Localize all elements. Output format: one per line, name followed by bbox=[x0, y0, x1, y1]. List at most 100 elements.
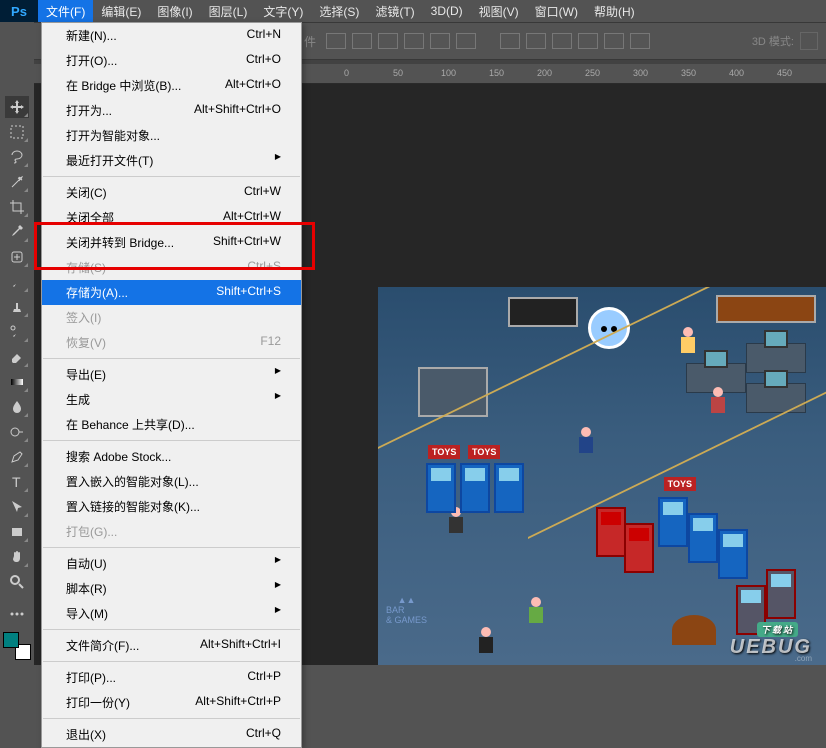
arcade-cabinet bbox=[494, 463, 524, 513]
align-icon[interactable] bbox=[378, 33, 398, 49]
file-menu-item[interactable]: 退出(X)Ctrl+Q bbox=[42, 722, 301, 747]
file-menu-dropdown: 新建(N)...Ctrl+N打开(O)...Ctrl+O在 Bridge 中浏览… bbox=[41, 22, 302, 748]
distribute-icon[interactable] bbox=[500, 33, 520, 49]
align-icons bbox=[326, 33, 650, 49]
clone-stamp-tool[interactable] bbox=[5, 296, 29, 318]
file-menu-item[interactable]: 导出(E)▶ bbox=[42, 362, 301, 387]
distribute-icon[interactable] bbox=[526, 33, 546, 49]
file-menu-item[interactable]: 生成▶ bbox=[42, 387, 301, 412]
distribute-icon[interactable] bbox=[552, 33, 572, 49]
file-menu-item[interactable]: 置入链接的智能对象(K)... bbox=[42, 494, 301, 519]
menu-window[interactable]: 窗口(W) bbox=[527, 0, 586, 22]
ruler-tick: 150 bbox=[489, 68, 504, 78]
arcade-cabinet bbox=[426, 463, 456, 513]
history-brush-tool[interactable] bbox=[5, 321, 29, 343]
lasso-tool[interactable] bbox=[5, 146, 29, 168]
eyedropper-tool[interactable] bbox=[5, 221, 29, 243]
file-menu-item[interactable]: 关闭并转到 Bridge...Shift+Ctrl+W bbox=[42, 230, 301, 255]
menu-edit[interactable]: 编辑(E) bbox=[93, 0, 149, 22]
file-menu-item[interactable]: 脚本(R)▶ bbox=[42, 576, 301, 601]
pen-tool[interactable] bbox=[5, 446, 29, 468]
file-menu-item[interactable]: 在 Bridge 中浏览(B)...Alt+Ctrl+O bbox=[42, 73, 301, 98]
menu-separator bbox=[43, 661, 300, 662]
file-menu-item[interactable]: 打印(P)...Ctrl+P bbox=[42, 665, 301, 690]
color-swatches[interactable] bbox=[3, 632, 31, 660]
menu-type[interactable]: 文字(Y) bbox=[255, 0, 311, 22]
tab-hint: 件 bbox=[304, 33, 316, 50]
file-menu-item[interactable]: 导入(M)▶ bbox=[42, 601, 301, 626]
gradient-tool[interactable] bbox=[5, 371, 29, 393]
file-menu-item[interactable]: 打开为智能对象... bbox=[42, 123, 301, 148]
marquee-tool[interactable] bbox=[5, 121, 29, 143]
vending-machine bbox=[596, 507, 626, 557]
menu-separator bbox=[43, 718, 300, 719]
align-icon[interactable] bbox=[404, 33, 424, 49]
3d-mode-icon[interactable] bbox=[800, 32, 818, 50]
foreground-color-swatch[interactable] bbox=[3, 632, 19, 648]
menu-filter[interactable]: 滤镜(T) bbox=[367, 0, 422, 22]
dodge-tool[interactable] bbox=[5, 421, 29, 443]
file-menu-item[interactable]: 最近打开文件(T)▶ bbox=[42, 148, 301, 173]
arcade-cabinet bbox=[688, 513, 718, 563]
slot-machine bbox=[766, 569, 796, 619]
file-menu-item[interactable]: 自动(U)▶ bbox=[42, 551, 301, 576]
magic-wand-tool[interactable] bbox=[5, 171, 29, 193]
file-menu-item[interactable]: 在 Behance 上共享(D)... bbox=[42, 412, 301, 437]
healing-brush-tool[interactable] bbox=[5, 246, 29, 268]
character bbox=[478, 627, 494, 653]
brush-tool[interactable] bbox=[5, 271, 29, 293]
ruler-tick: 450 bbox=[777, 68, 792, 78]
file-menu-item[interactable]: 打开为...Alt+Shift+Ctrl+O bbox=[42, 98, 301, 123]
arcade-cabinet bbox=[658, 497, 688, 547]
arcade-cabinet bbox=[460, 463, 490, 513]
file-menu-item[interactable]: 关闭全部Alt+Ctrl+W bbox=[42, 205, 301, 230]
align-icon[interactable] bbox=[352, 33, 372, 49]
align-icon[interactable] bbox=[326, 33, 346, 49]
ruler-tick: 250 bbox=[585, 68, 600, 78]
arcade-cabinet bbox=[718, 529, 748, 579]
distribute-icon[interactable] bbox=[578, 33, 598, 49]
toolbox: T bbox=[0, 22, 34, 665]
align-icon[interactable] bbox=[456, 33, 476, 49]
menu-separator bbox=[43, 176, 300, 177]
menu-file[interactable]: 文件(F) bbox=[38, 0, 93, 22]
file-menu-item[interactable]: 搜索 Adobe Stock... bbox=[42, 444, 301, 469]
ruler-tick: 400 bbox=[729, 68, 744, 78]
file-menu-item[interactable]: 存储为(A)...Shift+Ctrl+S bbox=[42, 280, 301, 305]
blur-tool[interactable] bbox=[5, 396, 29, 418]
path-selection-tool[interactable] bbox=[5, 496, 29, 518]
character bbox=[680, 327, 696, 353]
align-icon[interactable] bbox=[430, 33, 450, 49]
menubar: Ps 文件(F) 编辑(E) 图像(I) 图层(L) 文字(Y) 选择(S) 滤… bbox=[0, 0, 826, 22]
drum bbox=[672, 615, 716, 645]
computer-desk bbox=[746, 343, 806, 373]
move-tool[interactable] bbox=[5, 96, 29, 118]
distribute-icon[interactable] bbox=[630, 33, 650, 49]
type-tool[interactable]: T bbox=[5, 471, 29, 493]
menu-layer[interactable]: 图层(L) bbox=[201, 0, 256, 22]
file-menu-item[interactable]: 打印一份(Y)Alt+Shift+Ctrl+P bbox=[42, 690, 301, 715]
hand-tool[interactable] bbox=[5, 546, 29, 568]
file-menu-item: 存储(S)Ctrl+S bbox=[42, 255, 301, 280]
menu-3d[interactable]: 3D(D) bbox=[423, 0, 471, 22]
toys-sign: TOYS bbox=[468, 445, 500, 459]
crop-tool[interactable] bbox=[5, 196, 29, 218]
file-menu-item[interactable]: 新建(N)...Ctrl+N bbox=[42, 23, 301, 48]
ruler-tick: 200 bbox=[537, 68, 552, 78]
menu-image[interactable]: 图像(I) bbox=[149, 0, 200, 22]
file-menu-item[interactable]: 关闭(C)Ctrl+W bbox=[42, 180, 301, 205]
menu-help[interactable]: 帮助(H) bbox=[586, 0, 643, 22]
distribute-icon[interactable] bbox=[604, 33, 624, 49]
menu-select[interactable]: 选择(S) bbox=[311, 0, 367, 22]
zoom-tool[interactable] bbox=[5, 571, 29, 593]
file-menu-item[interactable]: 置入嵌入的智能对象(L)... bbox=[42, 469, 301, 494]
eraser-tool[interactable] bbox=[5, 346, 29, 368]
menu-separator bbox=[43, 440, 300, 441]
ruler-tick: 50 bbox=[393, 68, 403, 78]
edit-toolbar[interactable] bbox=[5, 603, 29, 625]
rectangle-tool[interactable] bbox=[5, 521, 29, 543]
file-menu-item[interactable]: 打开(O)...Ctrl+O bbox=[42, 48, 301, 73]
menu-view[interactable]: 视图(V) bbox=[471, 0, 527, 22]
file-menu-item[interactable]: 文件简介(F)...Alt+Shift+Ctrl+I bbox=[42, 633, 301, 658]
character bbox=[528, 597, 544, 623]
